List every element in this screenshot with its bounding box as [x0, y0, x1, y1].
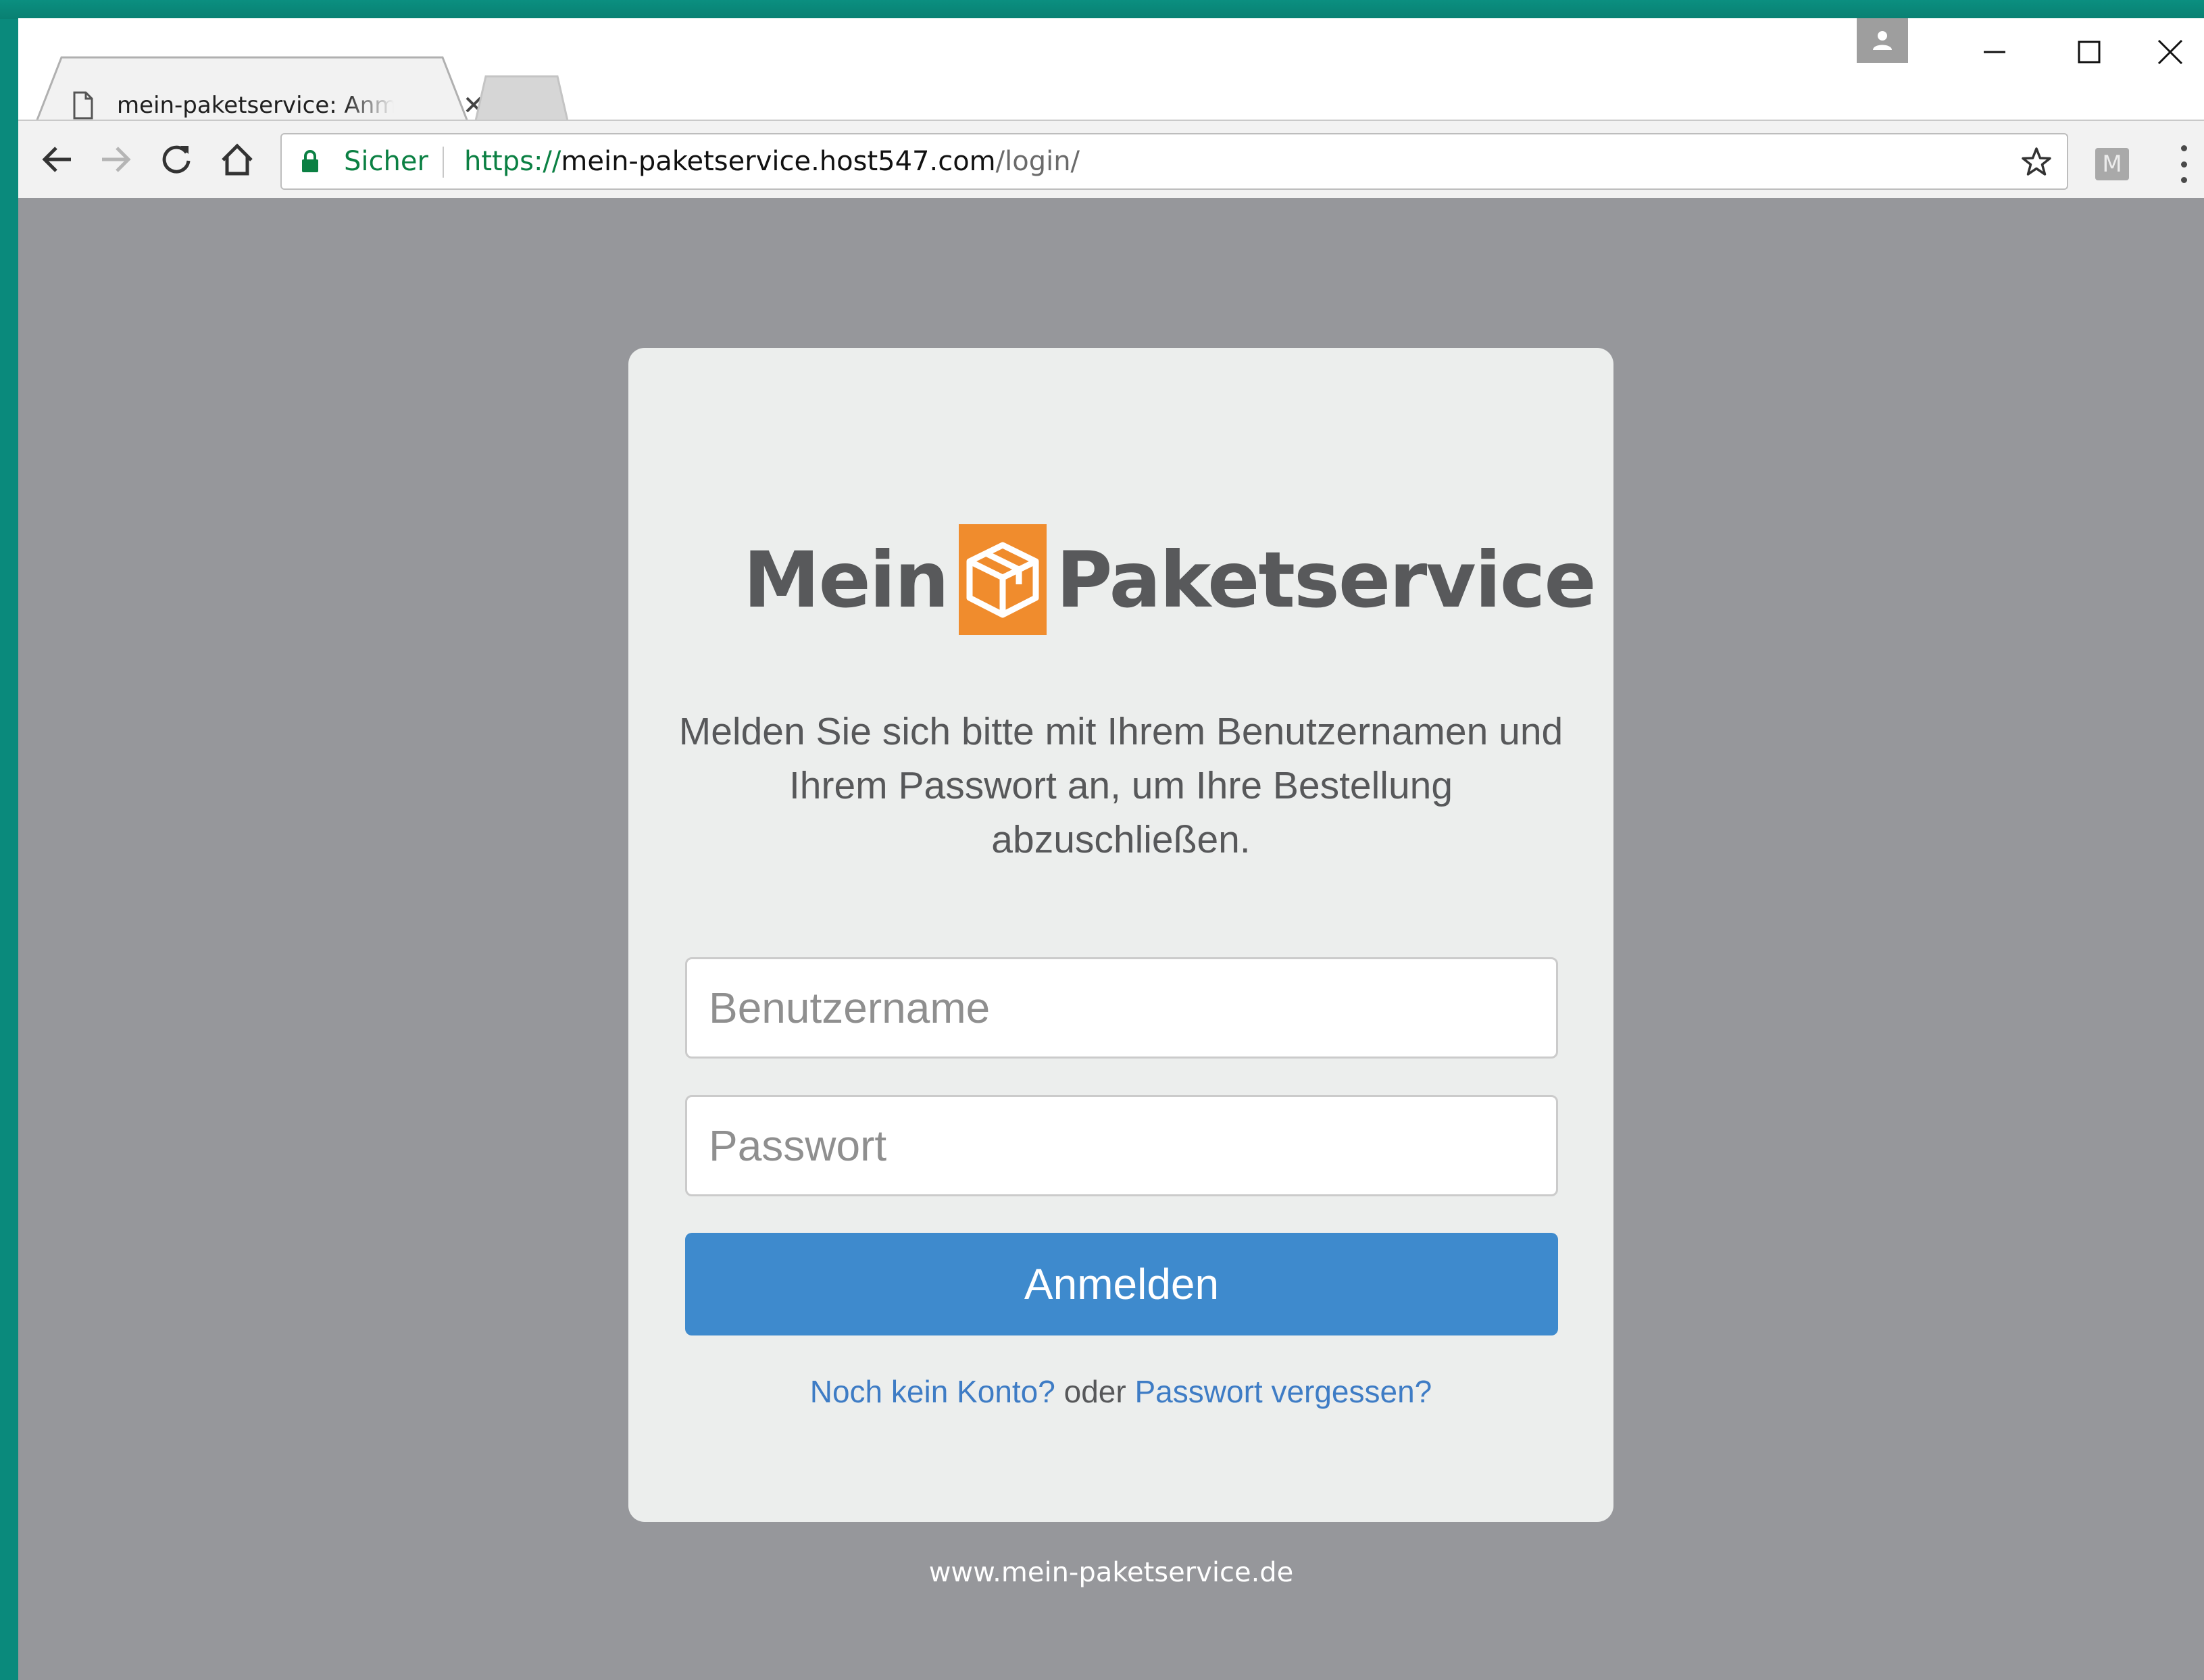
forward-button[interactable] — [90, 136, 141, 183]
url-scheme: https:// — [464, 146, 561, 177]
address-separator — [443, 147, 444, 178]
minimize-icon — [1984, 51, 2005, 53]
password-field[interactable] — [685, 1095, 1558, 1196]
desktop-background — [0, 0, 2204, 19]
username-field[interactable] — [685, 957, 1558, 1059]
account-links: Noch kein Konto? oder Passwort vergessen… — [628, 1373, 1613, 1410]
security-label: Sicher — [344, 146, 428, 177]
logo-text-mein: Mein — [743, 534, 949, 625]
browser-menu-button[interactable] — [2174, 145, 2194, 183]
page-viewport: Mein Paketservice Melden Sie sich bitte … — [18, 198, 2204, 1680]
arrow-left-icon — [42, 147, 71, 172]
maximize-icon — [2078, 41, 2101, 63]
tab-title: mein-paketservice: Anmeldung — [117, 92, 394, 119]
home-icon — [222, 143, 253, 176]
menu-dot — [2180, 145, 2187, 151]
url-path: /login/ — [995, 146, 1080, 177]
extension-button[interactable]: M — [2095, 148, 2129, 180]
reload-icon — [162, 145, 191, 174]
links-connector: oder — [1063, 1374, 1126, 1409]
reload-button[interactable] — [151, 136, 202, 183]
window-close-button[interactable] — [2136, 18, 2204, 86]
lock-icon — [302, 150, 318, 172]
browser-toolbar: Sicher https://mein-paketservice.host547… — [18, 120, 2204, 199]
login-button[interactable]: Anmelden — [685, 1233, 1558, 1335]
package-icon — [959, 524, 1047, 635]
menu-dot — [2180, 177, 2187, 183]
close-icon — [2157, 39, 2183, 65]
home-button[interactable] — [211, 136, 263, 183]
menu-dot — [2180, 161, 2187, 168]
person-icon — [1873, 31, 1892, 50]
logo-text-paketservice: Paketservice — [1056, 534, 1597, 625]
back-button[interactable] — [32, 136, 83, 183]
browser-window: mein-paketservice: Anmeldung — [18, 18, 2204, 1680]
maximize-button[interactable] — [2042, 18, 2136, 86]
brand-logo: Mein Paketservice — [743, 522, 1597, 637]
forgot-password-link[interactable]: Passwort vergessen? — [1135, 1374, 1432, 1409]
page-icon — [73, 91, 93, 120]
profile-button[interactable] — [1857, 18, 1908, 63]
login-instructions: Melden Sie sich bitte mit Ihrem Benutzer… — [678, 710, 1563, 861]
new-tab-button[interactable] — [468, 72, 574, 126]
tab-strip: mein-paketservice: Anmeldung — [18, 18, 2204, 137]
address-bar[interactable]: Sicher https://mein-paketservice.host547… — [280, 133, 2068, 190]
footer-url: www.mein-paketservice.de — [928, 1557, 1294, 1588]
arrow-right-icon — [102, 147, 131, 172]
login-card: Mein Paketservice Melden Sie sich bitte … — [628, 348, 1613, 1522]
bookmark-star-icon[interactable] — [2021, 147, 2052, 178]
register-link[interactable]: Noch kein Konto? — [810, 1374, 1055, 1409]
url-text: https://mein-paketservice.host547.com/lo… — [464, 134, 1080, 188]
minimize-button[interactable] — [1947, 18, 2042, 86]
url-host: mein-paketservice.host547.com — [561, 146, 996, 177]
